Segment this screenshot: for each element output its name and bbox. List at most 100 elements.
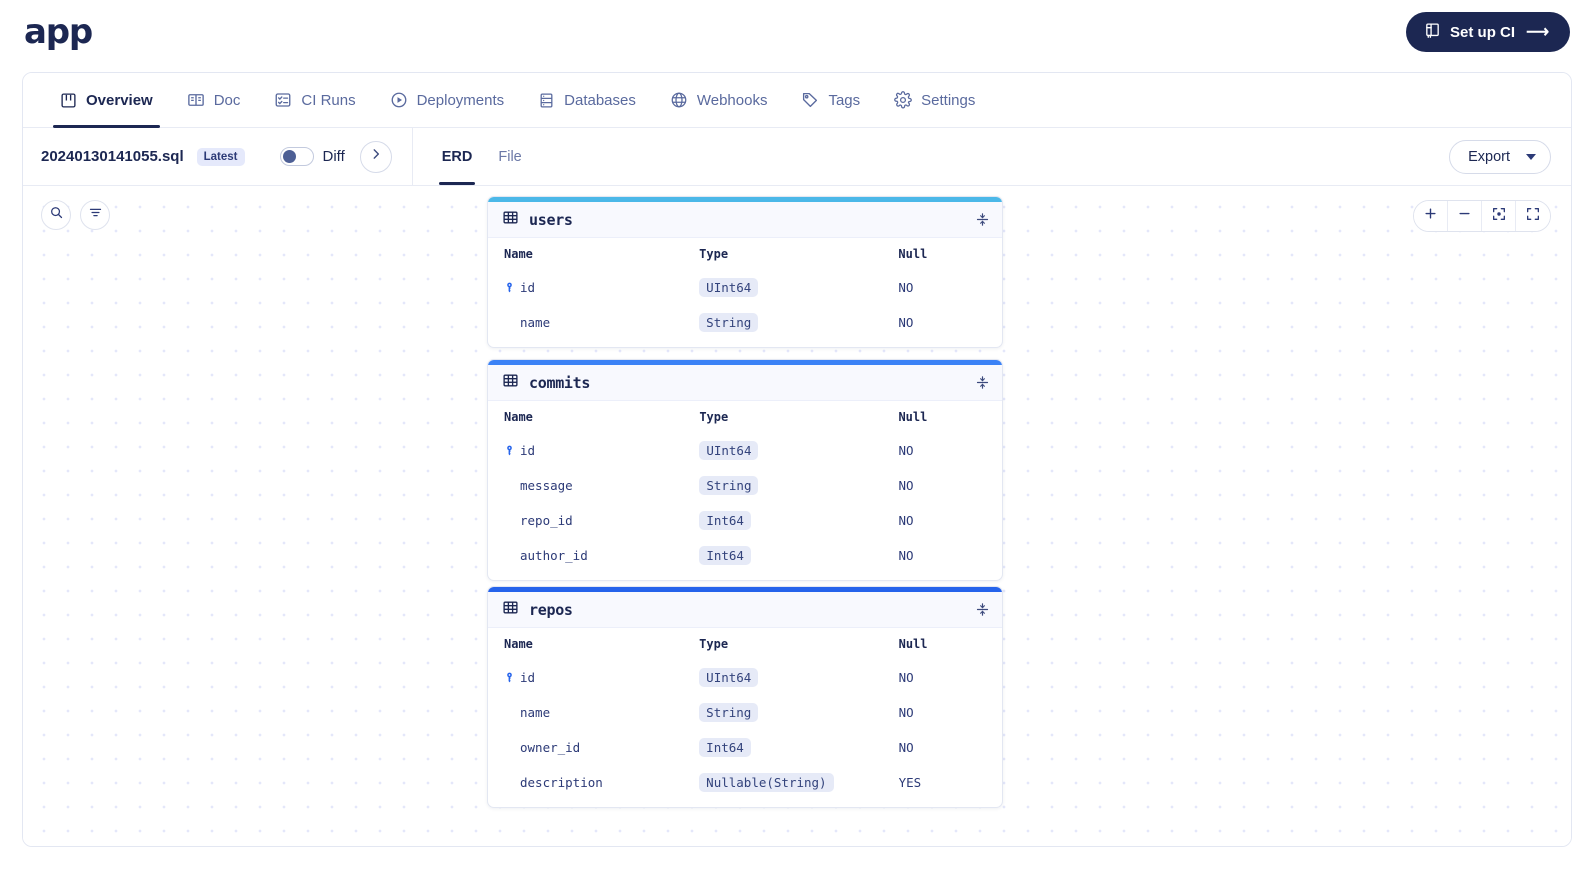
column-type-cell: Nullable(String) [699, 765, 898, 800]
gear-icon [894, 91, 912, 109]
ci-book-icon [1424, 22, 1441, 43]
tab-settings[interactable]: Settings [877, 73, 992, 127]
tab-erd-label: ERD [441, 148, 473, 165]
type-badge: UInt64 [699, 668, 759, 687]
table-header-row: Name Type Null [488, 401, 1002, 433]
top-bar: app Set up CI ⟶ [0, 0, 1594, 64]
column-table: Name Type Null id UInt64 NO name String NO owner_… [488, 628, 1002, 800]
table-card-body: Name Type Null id UInt64 NO name String NO [488, 238, 1002, 347]
type-badge: Int64 [699, 511, 751, 530]
latest-badge: Latest [196, 147, 245, 166]
column-null-cell: NO [898, 503, 1002, 538]
column-type-cell: Int64 [699, 538, 898, 573]
tab-settings-label: Settings [921, 91, 976, 109]
collapse-table-button[interactable] [975, 212, 990, 227]
book-icon [187, 91, 205, 109]
column-header-type: Type [699, 410, 729, 424]
tab-databases-label: Databases [564, 91, 636, 109]
tab-tags-label: Tags [828, 91, 861, 109]
table-card-header: users [488, 202, 1002, 238]
column-name-label: id [520, 443, 536, 458]
type-badge: Int64 [699, 546, 751, 565]
canvas-filter-button[interactable] [80, 200, 110, 230]
null-value: NO [898, 280, 914, 295]
type-badge: UInt64 [699, 278, 759, 297]
diff-toggle[interactable] [279, 147, 314, 166]
null-value: NO [898, 705, 914, 720]
erd-table-card[interactable]: repos Name Type Null id UInt64 NO name String NO o… [487, 586, 1003, 808]
null-value: NO [898, 548, 914, 563]
column-name-cell: message [488, 468, 699, 503]
erd-canvas[interactable]: users Name Type Null id UInt64 NO name String NO c… [23, 186, 1571, 846]
zoom-out-button[interactable] [1448, 201, 1482, 231]
tab-overview[interactable]: Overview [43, 73, 170, 128]
tab-webhooks[interactable]: Webhooks [653, 73, 785, 127]
table-name: commits [529, 373, 591, 392]
table-card-body: Name Type Null id UInt64 NO name String NO owner_… [488, 628, 1002, 807]
tab-deployments[interactable]: Deployments [373, 73, 522, 127]
next-migration-button[interactable] [359, 140, 392, 173]
export-button[interactable]: Export [1449, 139, 1551, 174]
column-name-label: id [520, 280, 536, 295]
column-header-null: Null [898, 637, 928, 651]
column-null-cell: NO [898, 305, 1002, 340]
erd-table-card[interactable]: users Name Type Null id UInt64 NO name String NO [487, 196, 1003, 348]
tab-file-label: File [498, 148, 522, 165]
column-type-cell: String [699, 468, 898, 503]
column-null-cell: NO [898, 270, 1002, 305]
fullscreen-button[interactable] [1516, 201, 1550, 231]
column-type-cell: UInt64 [699, 660, 898, 695]
column-name-label: id [520, 670, 536, 685]
tab-erd[interactable]: ERD [429, 128, 486, 185]
tab-doc[interactable]: Doc [170, 73, 258, 127]
setup-ci-button[interactable]: Set up CI ⟶ [1406, 12, 1570, 52]
column-table: Name Type Null id UInt64 NO message String NO rep… [488, 401, 1002, 573]
column-header-type: Type [699, 637, 729, 651]
column-type-cell: UInt64 [699, 433, 898, 468]
column-name-cell: id [488, 660, 699, 695]
column-header-type: Type [699, 247, 729, 261]
globe-icon [670, 91, 688, 109]
tab-file[interactable]: File [485, 128, 534, 185]
fit-view-icon [1491, 206, 1507, 227]
type-badge: Nullable(String) [699, 773, 834, 792]
tab-databases[interactable]: Databases [521, 73, 653, 127]
arrow-right-icon: ⟶ [1526, 24, 1549, 41]
table-row: id UInt64 NO [488, 660, 1002, 695]
table-grid-icon [502, 599, 519, 621]
type-badge: String [699, 476, 759, 495]
tab-tags[interactable]: Tags [784, 73, 877, 127]
erd-table-card[interactable]: commits Name Type Null id UInt64 NO message Stri… [487, 359, 1003, 581]
column-name-label: message [520, 478, 573, 493]
kanban-icon [60, 92, 77, 109]
null-value: NO [898, 315, 914, 330]
null-value: NO [898, 478, 914, 493]
app-logo[interactable]: app [24, 15, 93, 49]
column-name-cell: description [488, 765, 699, 800]
table-card-header: repos [488, 592, 1002, 628]
table-row: name String NO [488, 305, 1002, 340]
sub-header-right: Export [1449, 128, 1571, 185]
column-name-cell: id [488, 433, 699, 468]
collapse-table-button[interactable] [975, 375, 990, 390]
column-null-cell: NO [899, 660, 1002, 695]
column-type-cell: Int64 [699, 503, 898, 538]
database-icon [538, 92, 555, 109]
collapse-table-button[interactable] [975, 602, 990, 617]
erd-viewer-app: app Set up CI ⟶ Overview Doc CI Runs Dep… [0, 0, 1594, 891]
tab-webhooks-label: Webhooks [696, 91, 768, 109]
null-value: YES [898, 775, 922, 790]
canvas-search-button[interactable] [41, 200, 71, 230]
table-grid-icon [502, 209, 519, 231]
column-header-name: Name [504, 247, 533, 261]
chevron-down-icon [1526, 153, 1536, 160]
diff-toggle-group: Diff [279, 140, 392, 173]
null-value: NO [898, 443, 914, 458]
fit-view-button[interactable] [1482, 201, 1516, 231]
table-row: id UInt64 NO [488, 270, 1002, 305]
zoom-in-button[interactable] [1414, 201, 1448, 231]
main-panel: Overview Doc CI Runs Deployments Databas… [22, 72, 1572, 847]
table-row: owner_id Int64 NO [488, 730, 1002, 765]
tab-ci-runs[interactable]: CI Runs [257, 73, 372, 127]
tab-deployments-label: Deployments [416, 91, 505, 109]
